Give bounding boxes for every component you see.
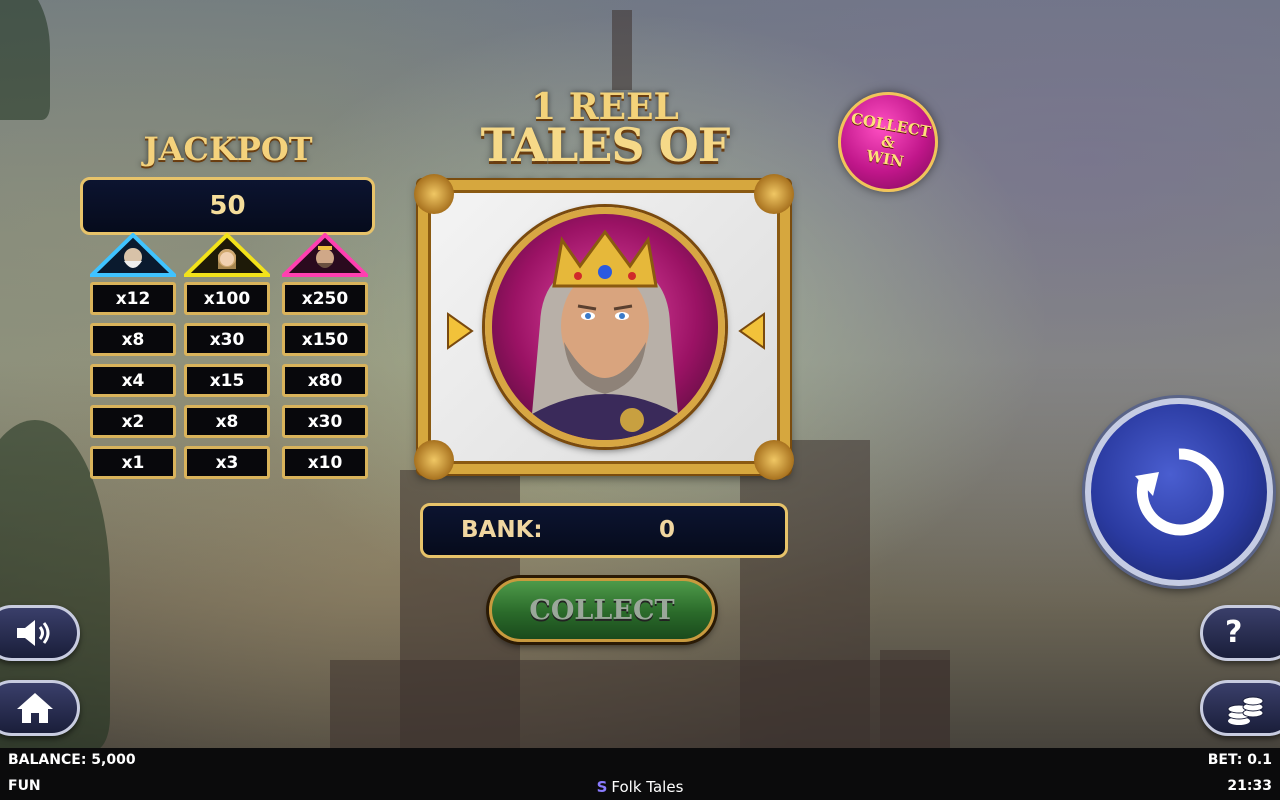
jackpot-value: 50 bbox=[209, 191, 246, 221]
multiplier-cell: x80 bbox=[282, 364, 368, 397]
spin-icon bbox=[1135, 448, 1224, 536]
multiplier-cell: x8 bbox=[90, 323, 176, 356]
reel-pointer-right-icon bbox=[738, 312, 766, 350]
multiplier-cell: x30 bbox=[282, 405, 368, 438]
home-icon bbox=[17, 693, 53, 723]
wizard-symbol-icon bbox=[90, 233, 176, 277]
badge-text: COLLECT & WIN bbox=[849, 108, 933, 171]
multiplier-cell: x4 bbox=[90, 364, 176, 397]
tree-top-left bbox=[0, 0, 50, 120]
sound-button[interactable] bbox=[0, 605, 80, 661]
bank-value: 0 bbox=[658, 517, 675, 543]
multiplier-cell: x12 bbox=[90, 282, 176, 315]
multiplier-cell: x15 bbox=[184, 364, 270, 397]
multiplier-cell: x1 bbox=[90, 446, 176, 479]
provider-logo-icon: S bbox=[596, 778, 608, 796]
frame-corner-ornament bbox=[414, 440, 454, 480]
bank-label: BANK: bbox=[461, 517, 543, 543]
sound-icon bbox=[17, 620, 50, 646]
spin-button[interactable] bbox=[1085, 398, 1273, 586]
multiplier-cell: x250 bbox=[282, 282, 368, 315]
frame-corner-ornament bbox=[414, 174, 454, 214]
queen-symbol-icon bbox=[184, 233, 270, 277]
game-name: Folk Tales bbox=[611, 778, 684, 796]
balance-display: BALANCE: 5,000 bbox=[8, 752, 136, 768]
multiplier-cell: x3 bbox=[184, 446, 270, 479]
collect-button[interactable]: COLLECT bbox=[489, 578, 715, 642]
multiplier-cell: x10 bbox=[282, 446, 368, 479]
multiplier-cell: x2 bbox=[90, 405, 176, 438]
game-stage: 1 REEL TALES OF CAMELOT COLLECT & WIN JA… bbox=[0, 0, 1280, 800]
status-bar: BALANCE: 5,000 BET: 0.1 FUN S Folk Tales … bbox=[0, 748, 1280, 800]
bet-display: BET: 0.1 bbox=[1207, 752, 1272, 768]
castle-spire bbox=[612, 10, 632, 90]
frame-corner-ornament bbox=[754, 440, 794, 480]
frame-corner-ornament bbox=[754, 174, 794, 214]
jackpot-title: JACKPOT bbox=[143, 130, 313, 168]
help-button[interactable]: ? bbox=[1200, 605, 1280, 661]
clock-display: 21:33 bbox=[1227, 778, 1272, 794]
multiplier-cell: x8 bbox=[184, 405, 270, 438]
castle-tower-center bbox=[740, 440, 870, 750]
coins-icon bbox=[1227, 696, 1264, 725]
king-arthur-symbol bbox=[485, 207, 725, 447]
multiplier-cell: x100 bbox=[184, 282, 270, 315]
reel-pointer-left-icon bbox=[446, 312, 474, 350]
home-button[interactable] bbox=[0, 680, 80, 736]
bank-display: BANK: 0 bbox=[420, 503, 788, 558]
multiplier-cell: x30 bbox=[184, 323, 270, 356]
bet-settings-button[interactable] bbox=[1200, 680, 1280, 736]
king-symbol-icon bbox=[282, 233, 368, 277]
castle-tower-right bbox=[880, 650, 950, 750]
jackpot-value-box: 50 bbox=[80, 177, 375, 235]
help-label: ? bbox=[1225, 615, 1243, 650]
collect-and-win-badge: COLLECT & WIN bbox=[830, 84, 946, 200]
game-name-label: S Folk Tales bbox=[0, 778, 1280, 796]
multiplier-cell: x150 bbox=[282, 323, 368, 356]
